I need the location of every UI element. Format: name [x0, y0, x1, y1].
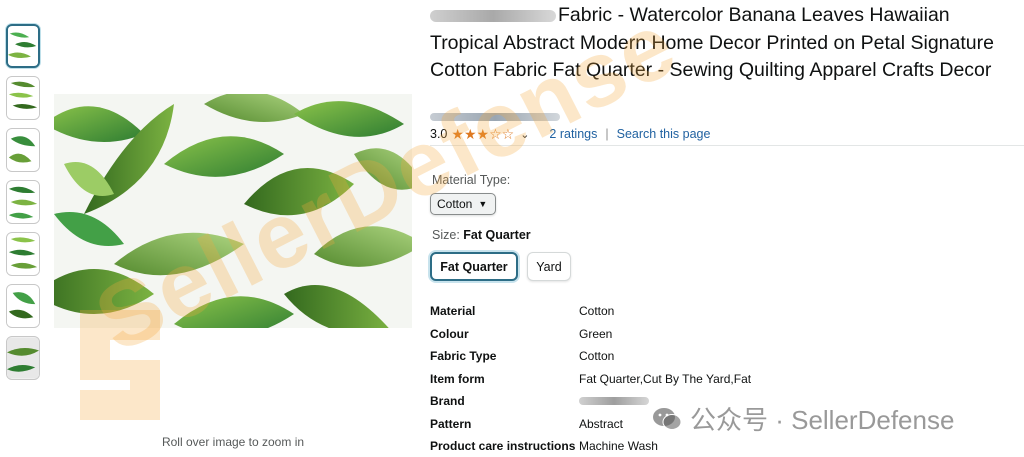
main-product-image[interactable]	[54, 94, 412, 328]
size-option-yard[interactable]: Yard	[527, 252, 571, 281]
store-link-redacted[interactable]	[430, 113, 560, 121]
attr-row: Item form Fat Quarter,Cut By The Yard,Fa…	[430, 372, 830, 388]
size-label: Size:	[432, 228, 464, 242]
rating-row: 3.0 ★ ★ ★ ☆ ☆ ⌄ 2 ratings | Search this …	[430, 127, 710, 141]
attr-value: Green	[579, 327, 613, 341]
thumbnail-6[interactable]	[6, 284, 40, 328]
attr-value: Fat Quarter,Cut By The Yard,Fat	[579, 372, 752, 386]
attr-row: Material Cotton	[430, 304, 830, 320]
size-line: Size: Fat Quarter	[432, 228, 531, 242]
attr-row: Fabric Type Cotton	[430, 349, 830, 365]
thumbnail-2[interactable]	[6, 76, 40, 120]
attr-key: Brand	[430, 394, 465, 408]
redacted-brand	[430, 9, 556, 22]
attr-row: Pattern Abstract	[430, 417, 830, 433]
zoom-hint: Roll over image to zoom in	[161, 435, 305, 449]
star-filled-icon: ★	[463, 126, 477, 142]
star-empty-icon: ☆	[489, 126, 502, 142]
chevron-down-icon: ▼	[478, 199, 488, 209]
title-block: Fabric - Watercolor Banana Leaves Hawaii…	[430, 2, 1020, 85]
star-empty-icon: ☆	[501, 126, 515, 142]
thumbnail-1[interactable]	[6, 24, 40, 68]
separator: |	[605, 127, 609, 141]
attr-value: Cotton	[579, 304, 615, 318]
banana-leaves-image	[54, 94, 412, 328]
thumbnail-4[interactable]	[6, 180, 40, 224]
search-page-link[interactable]: Search this page	[617, 127, 711, 141]
material-type-value: Cotton	[437, 197, 473, 211]
star-filled-icon: ★	[476, 126, 490, 142]
attr-key: Product care instructions	[430, 439, 576, 453]
chevron-down-icon[interactable]: ⌄	[520, 128, 529, 141]
attr-row: Colour Green	[430, 327, 830, 343]
attr-key: Fabric Type	[430, 349, 497, 363]
rating-value: 3.0	[430, 127, 448, 141]
thumbnail-3[interactable]	[6, 128, 40, 172]
product-title: Fabric - Watercolor Banana Leaves Hawaii…	[430, 4, 994, 81]
attr-value: Abstract	[579, 417, 624, 431]
thumbnail-7[interactable]	[6, 336, 40, 380]
divider	[430, 145, 1024, 146]
star-filled-icon: ★	[451, 126, 464, 142]
thumbnail-5[interactable]	[6, 232, 40, 276]
size-value: Fat Quarter	[463, 228, 531, 242]
attr-row: Product care instructions Machine Wash	[430, 439, 830, 455]
attr-value: Cotton	[579, 349, 615, 363]
attr-key: Colour	[430, 327, 469, 341]
thumbnail-strip	[6, 24, 42, 388]
size-option-fat-quarter[interactable]: Fat Quarter	[430, 252, 518, 281]
ratings-link[interactable]: 2 ratings	[549, 127, 597, 141]
attr-key: Pattern	[430, 417, 472, 431]
attr-key: Item form	[430, 372, 485, 386]
material-type-label: Material Type:	[432, 173, 511, 187]
attr-value-redacted	[579, 394, 649, 410]
attr-row: Brand	[430, 394, 830, 410]
attr-value: Machine Wash	[579, 439, 658, 453]
star-rating[interactable]: ★ ★ ★ ☆ ☆	[451, 127, 514, 141]
material-type-select[interactable]: Cotton ▼	[430, 193, 496, 215]
attr-key: Material	[430, 304, 476, 318]
redacted-brand	[579, 397, 649, 405]
